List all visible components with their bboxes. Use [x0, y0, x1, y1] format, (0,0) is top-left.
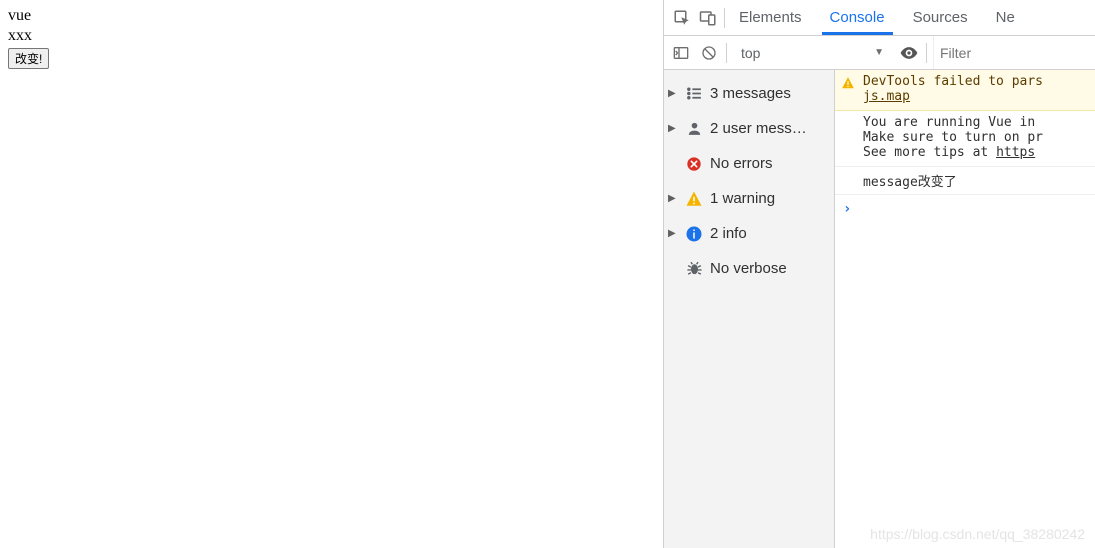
- chevron-down-icon: ▼: [874, 47, 884, 58]
- sidebar-item-label: 1 warning: [710, 190, 775, 207]
- sidebar-item-warnings[interactable]: ▶ 1 warning: [664, 181, 834, 216]
- sourcemap-link[interactable]: js.map: [863, 89, 910, 104]
- toggle-sidebar-icon[interactable]: [670, 42, 692, 64]
- context-selector[interactable]: top ▼: [733, 45, 892, 61]
- info-icon: [685, 225, 703, 243]
- sidebar-item-label: No verbose: [710, 260, 787, 277]
- warning-icon: [685, 190, 703, 208]
- sidebar-item-errors[interactable]: ▶ No errors: [664, 146, 834, 181]
- person-icon: [685, 120, 703, 138]
- page-viewport: vue xxx 改变!: [0, 0, 663, 548]
- tab-console[interactable]: Console: [816, 1, 899, 34]
- tab-network[interactable]: Ne: [982, 1, 1029, 34]
- filter-input[interactable]: [940, 45, 1083, 61]
- sidebar-item-messages[interactable]: ▶ 3 messages: [664, 76, 834, 111]
- device-toggle-icon[interactable]: [698, 8, 718, 28]
- text-line-1: vue: [8, 6, 655, 26]
- tab-elements[interactable]: Elements: [725, 1, 816, 34]
- sidebar-item-user-messages[interactable]: ▶ 2 user mess…: [664, 111, 834, 146]
- devtools-panel: Elements Console Sources Ne top ▼ ▶: [663, 0, 1095, 548]
- inspect-icon[interactable]: [672, 8, 692, 28]
- warning-icon: [841, 76, 855, 104]
- log-text: message改变了: [863, 175, 957, 190]
- expand-icon: ▶: [668, 88, 678, 99]
- sidebar-item-verbose[interactable]: ▶ No verbose: [664, 251, 834, 286]
- log-entry-warning: DevTools failed to pars js.map: [835, 70, 1095, 111]
- console-toolbar: top ▼: [664, 36, 1095, 70]
- clear-console-icon[interactable]: [698, 42, 720, 64]
- text-line-2: xxx: [8, 26, 655, 46]
- separator: [926, 43, 927, 63]
- console-sidebar: ▶ 3 messages ▶ 2 user mess… ▶ No errors: [664, 70, 835, 548]
- expand-icon: ▶: [668, 123, 678, 134]
- console-prompt[interactable]: ›: [835, 195, 1095, 223]
- sidebar-item-label: 2 info: [710, 225, 747, 242]
- log-line: Make sure to turn on pr: [863, 130, 1043, 145]
- live-expression-icon[interactable]: [898, 42, 920, 64]
- sidebar-item-info[interactable]: ▶ 2 info: [664, 216, 834, 251]
- log-entry-user: message改变了: [835, 167, 1095, 195]
- change-button[interactable]: 改变!: [8, 48, 49, 69]
- devtools-tab-bar: Elements Console Sources Ne: [664, 0, 1095, 36]
- tab-sources[interactable]: Sources: [899, 1, 982, 34]
- log-line: You are running Vue in: [863, 115, 1035, 130]
- bug-icon: [685, 260, 703, 278]
- filter-field[interactable]: [933, 36, 1089, 69]
- sidebar-item-label: 2 user mess…: [710, 120, 807, 137]
- prompt-chevron-icon: ›: [843, 201, 851, 217]
- log-text: DevTools failed to pars js.map: [863, 74, 1043, 104]
- log-warn-text: DevTools failed to pars: [863, 74, 1043, 89]
- sidebar-item-label: 3 messages: [710, 85, 791, 102]
- context-selected-label: top: [741, 45, 760, 61]
- log-line: See more tips at: [863, 145, 996, 160]
- sidebar-item-label: No errors: [710, 155, 773, 172]
- expand-icon: ▶: [668, 193, 678, 204]
- separator: [726, 43, 727, 63]
- error-icon: [685, 155, 703, 173]
- console-log[interactable]: DevTools failed to pars js.map You are r…: [835, 70, 1095, 548]
- list-icon: [685, 85, 703, 103]
- log-entry-vue: You are running Vue in Make sure to turn…: [835, 111, 1095, 167]
- expand-icon: ▶: [668, 228, 678, 239]
- console-body: ▶ 3 messages ▶ 2 user mess… ▶ No errors: [664, 70, 1095, 548]
- tips-link[interactable]: https: [996, 145, 1035, 160]
